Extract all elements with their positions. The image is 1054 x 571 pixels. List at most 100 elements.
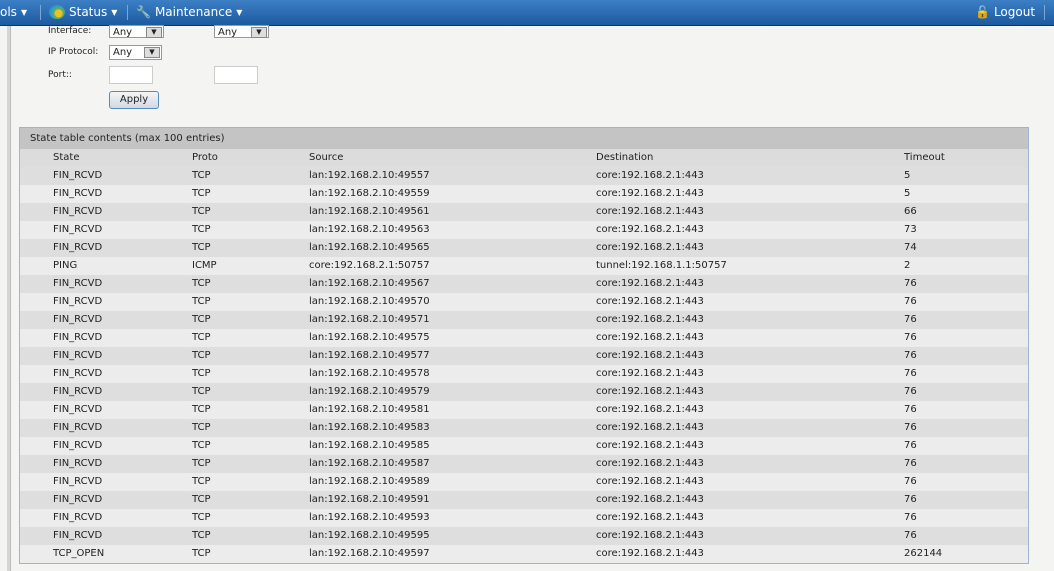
cell-state: FIN_RCVD xyxy=(53,170,103,181)
cell-state: FIN_RCVD xyxy=(53,296,103,307)
cell-timeout: 76 xyxy=(904,278,917,289)
cell-state: PING xyxy=(53,260,78,271)
chevron-down-icon: ▼ xyxy=(111,7,118,17)
destination-port-input[interactable] xyxy=(214,66,258,84)
table-row: FIN_RCVD TCP lan:192.168.2.10:49557 core:19… xyxy=(20,167,1028,185)
cell-state: FIN_RCVD xyxy=(53,224,103,235)
menu-status[interactable]: Status ▼ xyxy=(49,5,117,19)
table-row: FIN_RCVD TCP lan:192.168.2.10:49595 core:19… xyxy=(20,527,1028,545)
cell-timeout: 262144 xyxy=(904,548,943,559)
interface-destination-select[interactable]: Any ▼ xyxy=(214,25,269,38)
cell-destination: core:192.168.2.1:443 xyxy=(596,476,704,487)
interface-source-select[interactable]: Any ▼ xyxy=(109,25,164,38)
cell-destination: core:192.168.2.1:443 xyxy=(596,188,704,199)
cell-timeout: 2 xyxy=(904,260,911,271)
cell-destination: core:192.168.2.1:443 xyxy=(596,170,704,181)
cell-proto: TCP xyxy=(192,386,211,397)
cell-timeout: 76 xyxy=(904,440,917,451)
cell-state: FIN_RCVD xyxy=(53,494,103,505)
cell-timeout: 76 xyxy=(904,368,917,379)
menu-maintenance[interactable]: 🔧 Maintenance ▼ xyxy=(136,5,242,19)
table-row: FIN_RCVD TCP lan:192.168.2.10:49577 core:19… xyxy=(20,347,1028,365)
cell-proto: TCP xyxy=(192,188,211,199)
chevron-down-icon: ▼ xyxy=(20,7,28,17)
cell-proto: TCP xyxy=(192,242,211,253)
cell-proto: TCP xyxy=(192,206,211,217)
table-header-row: State Proto Source Destination Timeout xyxy=(20,149,1028,167)
table-row: FIN_RCVD TCP lan:192.168.2.10:49587 core:19… xyxy=(20,455,1028,473)
cell-source: lan:192.168.2.10:49595 xyxy=(309,530,430,541)
cell-timeout: 76 xyxy=(904,386,917,397)
cell-proto: TCP xyxy=(192,368,211,379)
cell-timeout: 76 xyxy=(904,476,917,487)
cell-timeout: 76 xyxy=(904,350,917,361)
table-row: FIN_RCVD TCP lan:192.168.2.10:49559 core:19… xyxy=(20,185,1028,203)
apply-button[interactable]: Apply xyxy=(109,91,159,109)
divider xyxy=(40,5,41,20)
cell-source: lan:192.168.2.10:49581 xyxy=(309,404,430,415)
ip-protocol-select[interactable]: Any ▼ xyxy=(109,45,162,60)
table-row: FIN_RCVD TCP lan:192.168.2.10:49589 core:19… xyxy=(20,473,1028,491)
cell-proto: TCP xyxy=(192,512,211,523)
cell-source: lan:192.168.2.10:49593 xyxy=(309,512,430,523)
divider xyxy=(1044,5,1045,20)
cell-proto: TCP xyxy=(192,422,211,433)
cell-destination: core:192.168.2.1:443 xyxy=(596,224,704,235)
top-nav-bar: ols ▼ Status ▼ 🔧 Maintenance ▼ 🔓 Logout xyxy=(0,0,1054,26)
cell-state: FIN_RCVD xyxy=(53,440,103,451)
cell-source: lan:192.168.2.10:49559 xyxy=(309,188,430,199)
cell-destination: tunnel:192.168.1.1:50757 xyxy=(596,260,727,271)
cell-state: FIN_RCVD xyxy=(53,386,103,397)
table-row: FIN_RCVD TCP lan:192.168.2.10:49579 core:19… xyxy=(20,383,1028,401)
cell-proto: TCP xyxy=(192,278,211,289)
cell-destination: core:192.168.2.1:443 xyxy=(596,440,704,451)
cell-destination: core:192.168.2.1:443 xyxy=(596,404,704,415)
cell-source: lan:192.168.2.10:49570 xyxy=(309,296,430,307)
cell-timeout: 76 xyxy=(904,332,917,343)
interface-label: Interface: xyxy=(48,26,92,36)
wrench-icon: 🔧 xyxy=(136,5,151,19)
cell-destination: core:192.168.2.1:443 xyxy=(596,314,704,325)
table-row: FIN_RCVD TCP lan:192.168.2.10:49567 core:19… xyxy=(20,275,1028,293)
cell-destination: core:192.168.2.1:443 xyxy=(596,206,704,217)
dropdown-arrow-icon: ▼ xyxy=(144,47,160,58)
cell-destination: core:192.168.2.1:443 xyxy=(596,548,704,559)
sidebar-edge xyxy=(7,26,11,571)
dropdown-arrow-icon: ▼ xyxy=(146,27,162,38)
cell-destination: core:192.168.2.1:443 xyxy=(596,494,704,505)
cell-proto: TCP xyxy=(192,296,211,307)
state-table-title: State table contents (max 100 entries) xyxy=(20,128,1028,149)
header-proto: Proto xyxy=(192,152,218,163)
cell-source: lan:192.168.2.10:49565 xyxy=(309,242,430,253)
logout-link[interactable]: 🔓 Logout xyxy=(975,5,1035,19)
table-row: FIN_RCVD TCP lan:192.168.2.10:49565 core:19… xyxy=(20,239,1028,257)
table-row: FIN_RCVD TCP lan:192.168.2.10:49561 core:19… xyxy=(20,203,1028,221)
cell-timeout: 73 xyxy=(904,224,917,235)
cell-source: lan:192.168.2.10:49585 xyxy=(309,440,430,451)
menu-maintenance-label: Maintenance xyxy=(154,5,233,19)
cell-proto: TCP xyxy=(192,350,211,361)
table-row: FIN_RCVD TCP lan:192.168.2.10:49571 core:19… xyxy=(20,311,1028,329)
cell-destination: core:192.168.2.1:443 xyxy=(596,512,704,523)
cell-timeout: 76 xyxy=(904,512,917,523)
cell-proto: TCP xyxy=(192,458,211,469)
cell-timeout: 76 xyxy=(904,494,917,505)
cell-proto: TCP xyxy=(192,476,211,487)
header-timeout: Timeout xyxy=(904,152,945,163)
cell-state: FIN_RCVD xyxy=(53,314,103,325)
header-state: State xyxy=(53,152,80,163)
cell-source: lan:192.168.2.10:49597 xyxy=(309,548,430,559)
cell-state: FIN_RCVD xyxy=(53,368,103,379)
cell-timeout: 74 xyxy=(904,242,917,253)
select-value: Any xyxy=(113,27,133,38)
table-row: PING ICMP core:192.168.2.1:50757 tunnel:192… xyxy=(20,257,1028,275)
cell-destination: core:192.168.2.1:443 xyxy=(596,530,704,541)
table-row: FIN_RCVD TCP lan:192.168.2.10:49563 core:19… xyxy=(20,221,1028,239)
cell-source: lan:192.168.2.10:49577 xyxy=(309,350,430,361)
cell-source: lan:192.168.2.10:49589 xyxy=(309,476,430,487)
menu-tools[interactable]: ols ▼ xyxy=(0,5,27,19)
source-port-input[interactable] xyxy=(109,66,153,84)
cell-proto: TCP xyxy=(192,494,211,505)
status-icon xyxy=(49,5,65,19)
cell-proto: TCP xyxy=(192,314,211,325)
